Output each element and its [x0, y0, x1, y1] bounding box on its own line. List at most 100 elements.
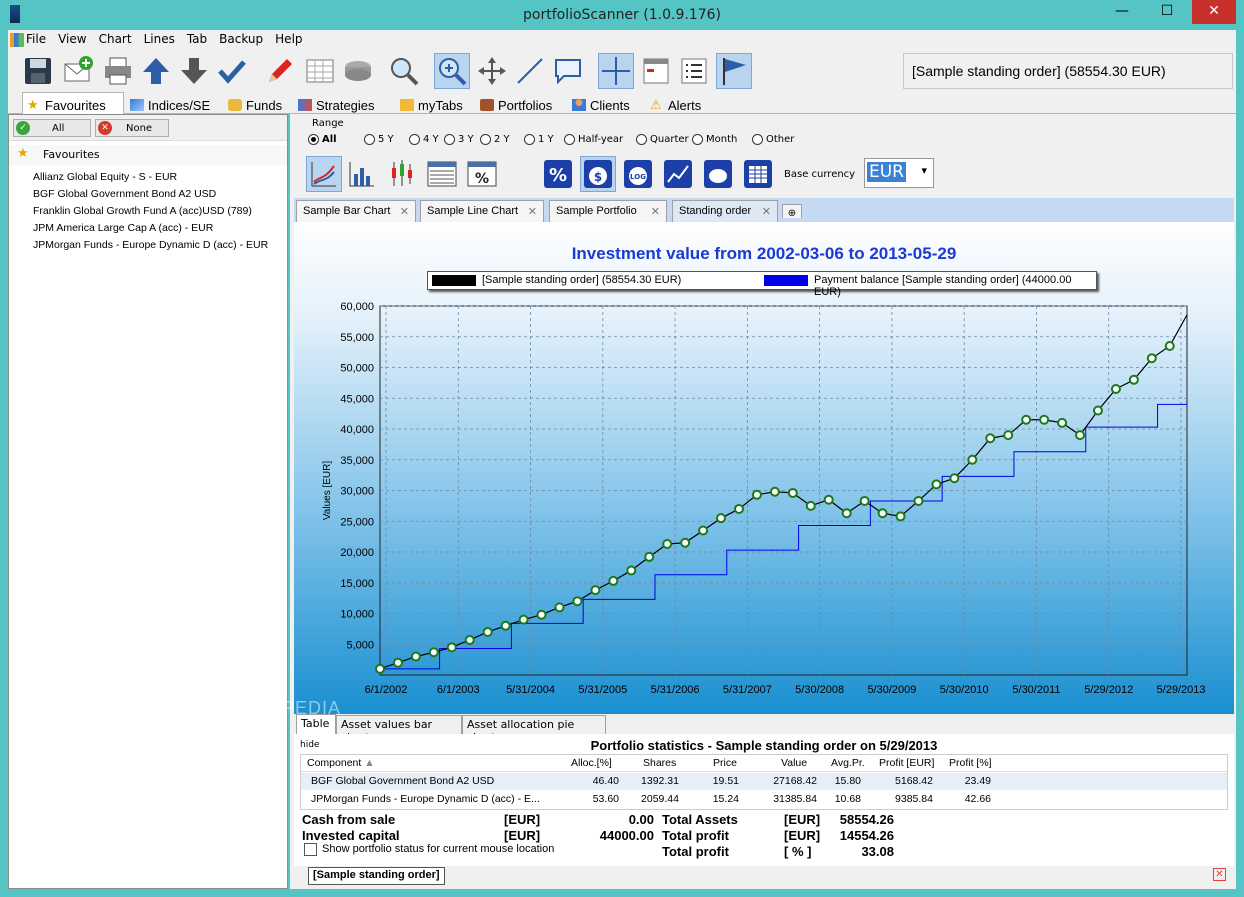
purchase-marker: [698, 525, 709, 536]
range-other-radio[interactable]: Other: [752, 134, 794, 145]
minimize-button[interactable]: —: [1100, 0, 1144, 24]
tab-mytabs[interactable]: myTabs: [396, 94, 467, 114]
draw-line-button[interactable]: [512, 53, 548, 89]
pan-button[interactable]: [474, 53, 510, 89]
purchase-marker: [482, 626, 493, 637]
tab-asset-values-bar-chart[interactable]: Asset values bar chart: [336, 715, 462, 744]
menu-file[interactable]: File: [24, 30, 52, 46]
menu-tab[interactable]: Tab: [181, 30, 213, 46]
crosshair-button[interactable]: [598, 53, 634, 89]
col-value[interactable]: Value: [781, 757, 807, 769]
range-1y-radio[interactable]: 1 Y: [524, 134, 554, 145]
apply-button[interactable]: [214, 53, 250, 89]
tab-alerts[interactable]: ⚠ Alerts: [646, 94, 705, 114]
data-table-button[interactable]: [424, 156, 460, 192]
list-item[interactable]: JPM America Large Cap A (acc) - EUR: [33, 220, 268, 237]
email-button[interactable]: [60, 53, 96, 89]
percent-table-button[interactable]: %: [464, 156, 500, 192]
chart-area[interactable]: Investment value from 2002-03-06 to 2013…: [230, 222, 1234, 718]
tab-sample-portfolio[interactable]: Sample Portfolio ✕: [549, 200, 667, 222]
list-item[interactable]: Franklin Global Growth Fund A (acc)USD (…: [33, 203, 268, 220]
percent-button[interactable]: %: [540, 156, 576, 192]
table-button[interactable]: [302, 53, 338, 89]
range-5y-radio[interactable]: 5 Y: [364, 134, 394, 145]
add-tab-button[interactable]: ⊕: [782, 204, 802, 219]
log-scale-button[interactable]: LOG: [620, 156, 656, 192]
menu-lines[interactable]: Lines: [138, 30, 181, 46]
trend-button[interactable]: [660, 156, 696, 192]
col-shares[interactable]: Shares: [643, 757, 676, 769]
move-up-button[interactable]: [138, 53, 174, 89]
table-row[interactable]: JPMorgan Funds - Europe Dynamic D (acc) …: [301, 791, 1227, 808]
tab-standing-order[interactable]: Standing order ✕: [672, 200, 778, 222]
tab-table[interactable]: Table: [296, 714, 336, 734]
favourites-header[interactable]: ★ Favourites: [9, 145, 287, 165]
money-button[interactable]: $: [580, 156, 616, 192]
bar-chart-button[interactable]: [344, 156, 380, 192]
radio-dot: [444, 134, 455, 145]
tab-asset-allocation-pie-chart[interactable]: Asset allocation pie chart: [462, 715, 606, 744]
close-button[interactable]: ✕: [1192, 0, 1236, 24]
schedule-button[interactable]: [740, 156, 776, 192]
select-all-button[interactable]: ✓ All: [13, 119, 91, 137]
search-button[interactable]: [386, 53, 422, 89]
database-button[interactable]: [340, 53, 376, 89]
tab-sample-bar-chart[interactable]: Sample Bar Chart ✕: [296, 200, 416, 222]
move-down-button[interactable]: [176, 53, 212, 89]
col-profit-pct[interactable]: Profit [%]: [949, 757, 992, 769]
selection-bar: ✓ All ✕ None: [9, 115, 287, 141]
save-icon: [25, 58, 51, 84]
tab-indices[interactable]: Indices/SE: [126, 94, 214, 114]
list-button[interactable]: [676, 53, 712, 89]
col-alloc[interactable]: Alloc.[%]: [571, 757, 612, 769]
currency-select[interactable]: EUR ▾: [864, 158, 934, 188]
bottom-tab-standing-order[interactable]: [Sample standing order]: [308, 867, 445, 885]
list-item[interactable]: Allianz Global Equity - S - EUR: [33, 169, 268, 186]
comment-button[interactable]: [550, 53, 586, 89]
list-item[interactable]: BGF Global Government Bond A2 USD: [33, 186, 268, 203]
line-chart-button[interactable]: [306, 156, 342, 192]
candlestick-button[interactable]: [384, 156, 420, 192]
tab-funds[interactable]: Funds: [224, 94, 286, 114]
candlestick-icon: [392, 160, 412, 186]
maximize-button[interactable]: ☐: [1145, 0, 1189, 24]
menu-view[interactable]: View: [52, 30, 92, 46]
close-tab-icon[interactable]: ✕: [651, 205, 660, 218]
tab-favourites[interactable]: ★ Favourites: [22, 92, 124, 115]
print-button[interactable]: [100, 53, 136, 89]
menu-backup[interactable]: Backup: [213, 30, 269, 46]
col-profit-eur[interactable]: Profit [EUR]: [879, 757, 934, 769]
show-status-checkbox[interactable]: [304, 843, 317, 856]
save-button[interactable]: [20, 53, 56, 89]
cell-price: 15.24: [712, 793, 739, 805]
tab-sample-line-chart[interactable]: Sample Line Chart ✕: [420, 200, 544, 222]
savings-button[interactable]: [700, 156, 736, 192]
tab-portfolios[interactable]: Portfolios: [476, 94, 556, 114]
tab-strategies[interactable]: Strategies: [294, 94, 379, 114]
close-tab-icon[interactable]: ✕: [762, 205, 771, 218]
edit-button[interactable]: [262, 53, 298, 89]
range-quarter-radio[interactable]: Quarter: [636, 134, 689, 145]
table-row[interactable]: BGF Global Government Bond A2 USD 46.40 …: [301, 773, 1227, 790]
list-item[interactable]: JPMorgan Funds - Europe Dynamic D (acc) …: [33, 237, 268, 254]
menu-help[interactable]: Help: [269, 30, 308, 46]
range-all-radio[interactable]: All: [308, 134, 337, 145]
range-halfyear-radio[interactable]: Half-year: [564, 134, 623, 145]
col-price[interactable]: Price: [713, 757, 737, 769]
col-component[interactable]: Component ▲: [307, 757, 375, 769]
range-4y-radio[interactable]: 4 Y: [409, 134, 439, 145]
flag-button[interactable]: [716, 53, 752, 89]
calendar-button[interactable]: [638, 53, 674, 89]
purchase-marker: [1003, 430, 1014, 441]
menu-chart[interactable]: Chart: [93, 30, 138, 46]
range-2y-radio[interactable]: 2 Y: [480, 134, 510, 145]
tab-clients[interactable]: Clients: [568, 94, 634, 114]
select-none-button[interactable]: ✕ None: [95, 119, 169, 137]
range-month-radio[interactable]: Month: [692, 134, 737, 145]
zoom-button[interactable]: [434, 53, 470, 89]
close-icon[interactable]: ✕: [1213, 868, 1226, 881]
close-tab-icon[interactable]: ✕: [400, 205, 409, 218]
close-tab-icon[interactable]: ✕: [528, 205, 537, 218]
range-3y-radio[interactable]: 3 Y: [444, 134, 474, 145]
col-avg-price[interactable]: Avg.Pr.: [831, 757, 865, 769]
